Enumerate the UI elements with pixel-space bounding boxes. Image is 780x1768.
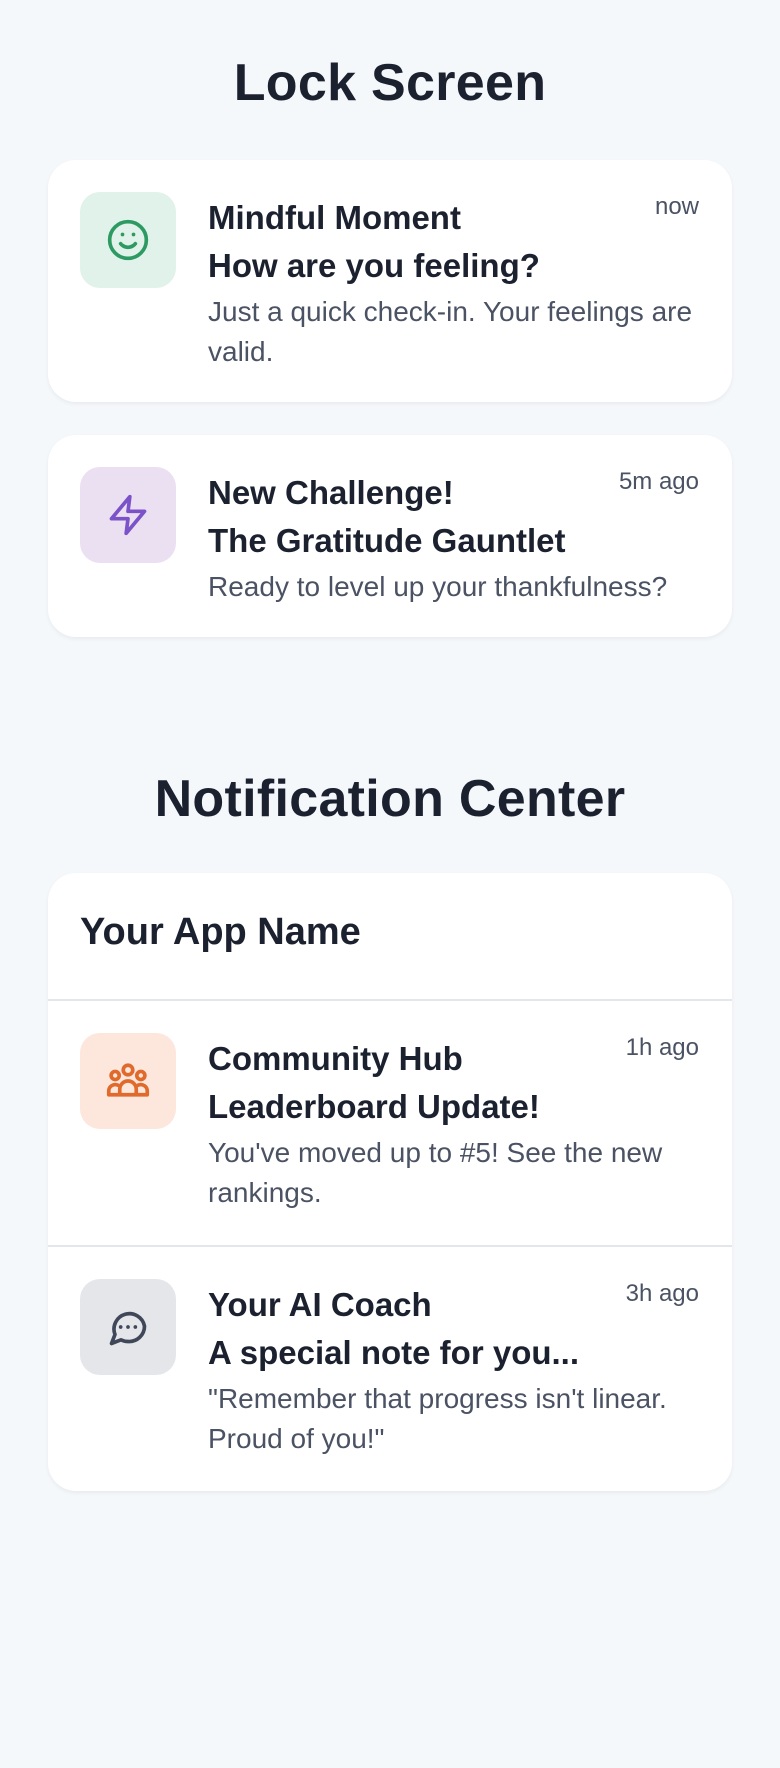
notification-icon-box bbox=[80, 1033, 176, 1129]
notification-title: A special note for you... bbox=[208, 1334, 580, 1371]
notification-text: Just a quick check-in. Your feelings are… bbox=[208, 296, 693, 367]
lightning-icon bbox=[109, 494, 147, 536]
notification-time: 5m ago bbox=[618, 468, 699, 495]
notification-body: Mindful Moment How are you feeling? Just… bbox=[208, 192, 700, 372]
notification-text: "Remember that progress isn't linear. Pr… bbox=[208, 1383, 667, 1454]
notification-time: 3h ago bbox=[625, 1280, 699, 1307]
notification-icon-box bbox=[80, 192, 176, 288]
notification[interactable]: New Challenge! The Gratitude Gauntlet Re… bbox=[48, 435, 732, 637]
notification-time: now bbox=[654, 193, 699, 220]
notification-app-name: Mindful Moment bbox=[208, 199, 461, 236]
notification-text: Ready to level up your thankfulness? bbox=[208, 571, 668, 602]
smiley-icon bbox=[107, 219, 149, 261]
notification-group-card: Your App Name Community Hub Leaderboard … bbox=[48, 873, 732, 1491]
notification-title: Leaderboard Update! bbox=[208, 1088, 540, 1125]
notification-icon-box bbox=[80, 1279, 176, 1375]
notification[interactable]: Your AI Coach A special note for you... … bbox=[48, 1247, 732, 1491]
lock-screen-title: Lock Screen bbox=[233, 54, 547, 112]
notification-center-title: Notification Center bbox=[154, 770, 626, 828]
lock-notification-card[interactable]: Mindful Moment How are you feeling? Just… bbox=[48, 160, 732, 402]
group-icon bbox=[106, 1063, 150, 1097]
notification-text: You've moved up to #5! See the new ranki… bbox=[208, 1137, 663, 1208]
lock-notification-card[interactable]: New Challenge! The Gratitude Gauntlet Re… bbox=[48, 435, 732, 637]
notification-title: How are you feeling? bbox=[208, 247, 540, 284]
notification-group-app-name[interactable]: Your App Name bbox=[48, 873, 732, 1001]
notification[interactable]: Community Hub Leaderboard Update! You've… bbox=[48, 1001, 732, 1247]
notification-title: The Gratitude Gauntlet bbox=[208, 522, 566, 559]
notification-time: 1h ago bbox=[625, 1034, 699, 1061]
notification-icon-box bbox=[80, 467, 176, 563]
chat-bubble-icon bbox=[109, 1311, 147, 1346]
page: Lock Screen Mindful Moment How are you f… bbox=[0, 0, 780, 1768]
notification[interactable]: Mindful Moment How are you feeling? Just… bbox=[48, 160, 732, 402]
